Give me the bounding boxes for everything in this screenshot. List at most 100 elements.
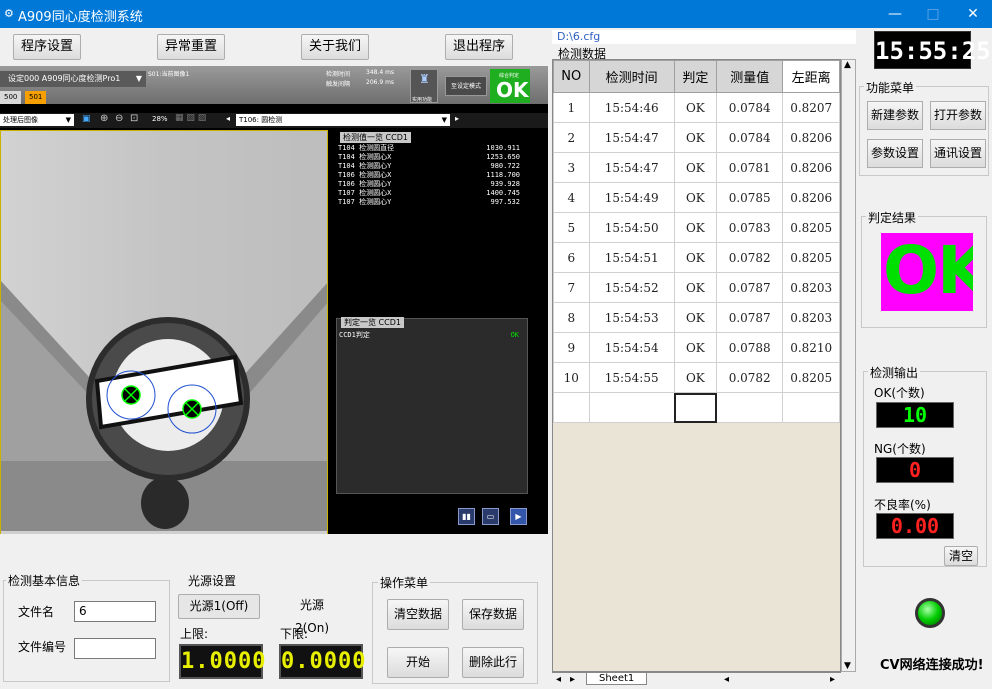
cell-left-distance[interactable]: 0.8206 xyxy=(782,182,840,213)
start-button[interactable]: 开始 xyxy=(387,647,449,678)
image-select[interactable]: 处理后图像 ▼ xyxy=(0,114,74,126)
file-no-input[interactable] xyxy=(74,638,156,659)
zoom-in-icon[interactable]: ⊕ xyxy=(100,113,108,124)
table-row[interactable]: 8 15:54:53 OK 0.0787 0.8203 xyxy=(553,302,840,333)
table-row[interactable]: 9 15:54:54 OK 0.0788 0.8210 xyxy=(553,332,840,363)
sheet-prev-icon[interactable]: ◂ xyxy=(556,674,561,685)
cell-no[interactable]: 1 xyxy=(553,92,590,123)
scroll-down-icon[interactable]: ▼ xyxy=(844,661,851,671)
zoom-fit-icon[interactable]: ⊡ xyxy=(130,113,138,124)
cell-left-distance[interactable]: 0.8210 xyxy=(782,332,840,363)
keyboard-icon[interactable]: ▭ xyxy=(482,508,499,525)
column-header-left-distance[interactable]: 左距离 xyxy=(782,60,840,93)
sheet-tab[interactable]: Sheet1 xyxy=(586,673,648,685)
cell-value[interactable]: 0.0785 xyxy=(716,182,784,213)
open-params-button[interactable]: 打开参数 xyxy=(930,101,986,130)
fit-icon[interactable]: ▣ xyxy=(82,114,91,124)
cell-value[interactable]: 0.0782 xyxy=(716,362,784,393)
cell-value[interactable]: 0.0787 xyxy=(716,272,784,303)
cell-no[interactable]: 3 xyxy=(553,152,590,183)
cell-left-distance[interactable]: 0.8205 xyxy=(782,362,840,393)
cell-judge[interactable]: OK xyxy=(673,362,718,393)
cell-no[interactable]: 6 xyxy=(553,242,590,273)
column-header-no[interactable]: NO xyxy=(553,60,590,93)
column-header-judge[interactable]: 判定 xyxy=(673,60,718,93)
empty-cell[interactable] xyxy=(782,392,840,423)
table-row[interactable]: 7 15:54:52 OK 0.0787 0.8203 xyxy=(553,272,840,303)
program-settings-button[interactable]: 程序设置 xyxy=(13,34,81,60)
cell-left-distance[interactable]: 0.8206 xyxy=(782,122,840,153)
cell-judge[interactable]: OK xyxy=(673,332,718,363)
table-row[interactable]: 2 15:54:47 OK 0.0784 0.8206 xyxy=(553,122,840,153)
about-button[interactable]: 关于我们 xyxy=(301,34,369,60)
cell-time[interactable]: 15:54:47 xyxy=(588,152,675,183)
sheet-next-icon[interactable]: ▸ xyxy=(570,674,575,685)
upper-limit-display[interactable]: 1.0000 xyxy=(179,644,265,679)
chart-icon[interactable]: ▮▮ xyxy=(458,508,475,525)
prev-icon[interactable]: ◂ xyxy=(226,114,230,123)
cell-time[interactable]: 15:54:49 xyxy=(588,182,675,213)
param-settings-button[interactable]: 参数设置 xyxy=(867,139,923,168)
cell-judge[interactable]: OK xyxy=(673,272,718,303)
cell-no[interactable]: 4 xyxy=(553,182,590,213)
play-icon[interactable]: ▶ xyxy=(510,508,527,525)
cell-value[interactable]: 0.0787 xyxy=(716,302,784,333)
cell-left-distance[interactable]: 0.8203 xyxy=(782,302,840,333)
cell-value[interactable]: 0.0784 xyxy=(716,122,784,153)
column-header-time[interactable]: 检测时间 xyxy=(588,60,675,93)
cell-no[interactable]: 5 xyxy=(553,212,590,243)
cell-left-distance[interactable]: 0.8203 xyxy=(782,272,840,303)
comm-settings-button[interactable]: 通讯设置 xyxy=(930,139,986,168)
scroll-up-icon[interactable]: ▲ xyxy=(844,60,851,70)
clear-output-button[interactable]: 清空 xyxy=(944,546,978,566)
table-row[interactable]: 1 15:54:46 OK 0.0784 0.8207 xyxy=(553,92,840,123)
utility-button[interactable]: ♜ 实用功能 xyxy=(410,69,438,103)
close-button[interactable]: ✕ xyxy=(958,3,988,25)
grid-icon[interactable]: ▦ ▧ ▨ xyxy=(175,113,206,123)
maximize-button[interactable]: □ xyxy=(918,3,948,25)
hscroll-left-icon[interactable]: ◂ xyxy=(724,674,729,685)
reset-button[interactable]: 异常重置 xyxy=(157,34,225,60)
cell-no[interactable]: 7 xyxy=(553,272,590,303)
cell-left-distance[interactable]: 0.8207 xyxy=(782,92,840,123)
cell-time[interactable]: 15:54:53 xyxy=(588,302,675,333)
exit-button[interactable]: 退出程序 xyxy=(445,34,513,60)
minimize-button[interactable]: — xyxy=(880,3,910,25)
cell-time[interactable]: 15:54:54 xyxy=(588,332,675,363)
cell-no[interactable]: 10 xyxy=(553,362,590,393)
cell-time[interactable]: 15:54:51 xyxy=(588,242,675,273)
cell-judge[interactable]: OK xyxy=(673,152,718,183)
zoom-out-icon[interactable]: ⊖ xyxy=(115,113,123,124)
tool-select[interactable]: T106: 圆检测 ▼ xyxy=(236,114,450,126)
cell-judge[interactable]: OK xyxy=(673,212,718,243)
save-data-button[interactable]: 保存数据 xyxy=(462,599,524,630)
cell-value[interactable]: 0.0782 xyxy=(716,242,784,273)
cell-judge[interactable]: OK xyxy=(673,242,718,273)
new-params-button[interactable]: 新建参数 xyxy=(867,101,923,130)
hscroll-right-icon[interactable]: ▸ xyxy=(830,674,835,685)
cell-judge[interactable]: OK xyxy=(673,302,718,333)
setting-mode-button[interactable]: 至设定模式 xyxy=(445,76,487,96)
delete-row-button[interactable]: 删除此行 xyxy=(462,647,524,678)
cell-no[interactable]: 2 xyxy=(553,122,590,153)
column-header-value[interactable]: 测量值 xyxy=(716,60,784,93)
setting-select[interactable]: 设定000 A909同心度检测Pro1 ▼ xyxy=(0,71,146,87)
data-grid-scrollbar[interactable]: ▲ ▼ xyxy=(841,59,856,672)
cell-value[interactable]: 0.0781 xyxy=(716,152,784,183)
table-row[interactable]: 4 15:54:49 OK 0.0785 0.8206 xyxy=(553,182,840,213)
clear-data-button[interactable]: 清空数据 xyxy=(387,599,449,630)
light-source-2-button[interactable]: 光源2(On) xyxy=(284,594,340,635)
empty-cell[interactable] xyxy=(553,392,590,423)
cell-judge[interactable]: OK xyxy=(673,92,718,123)
cell-no[interactable]: 8 xyxy=(553,302,590,333)
cell-value[interactable]: 0.0788 xyxy=(716,332,784,363)
empty-cell[interactable] xyxy=(716,392,784,423)
cell-time[interactable]: 15:54:52 xyxy=(588,272,675,303)
cell-left-distance[interactable]: 0.8205 xyxy=(782,212,840,243)
cell-value[interactable]: 0.0783 xyxy=(716,212,784,243)
cell-time[interactable]: 15:54:47 xyxy=(588,122,675,153)
tab-500[interactable]: 500 xyxy=(0,91,22,104)
cell-left-distance[interactable]: 0.8206 xyxy=(782,152,840,183)
cell-judge[interactable]: OK xyxy=(673,122,718,153)
file-name-input[interactable]: 6 xyxy=(74,601,156,622)
